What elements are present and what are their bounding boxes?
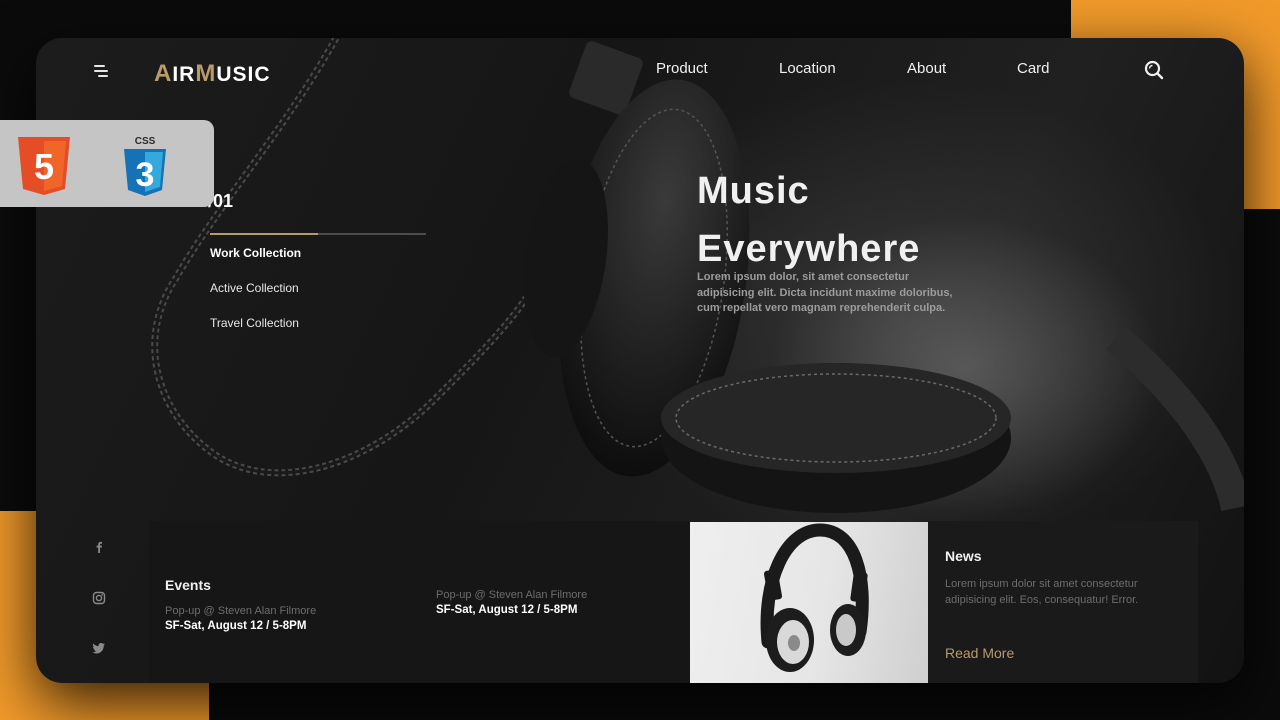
- events-title: Events: [165, 577, 211, 593]
- tech-badge: 5 CSS 3: [0, 120, 214, 207]
- nav-about[interactable]: About: [907, 60, 1017, 77]
- event-date: SF-Sat, August 12 / 5-8PM: [165, 620, 307, 632]
- search-icon[interactable]: [1143, 59, 1165, 81]
- hero-title-line1: Music: [697, 170, 810, 212]
- event-date: SF-Sat, August 12 / 5-8PM: [436, 604, 578, 616]
- svg-text:3: 3: [136, 156, 155, 194]
- collection-list: Work Collection Active Collection Travel…: [210, 245, 301, 350]
- instagram-icon[interactable]: [92, 591, 106, 605]
- svg-text:5: 5: [34, 146, 54, 187]
- news-panel: News Lorem ipsum dolor sit amet consecte…: [928, 521, 1198, 683]
- hero-title-line2: Everywhere: [697, 228, 921, 270]
- hero-description: Lorem ipsum dolor, sit amet consectetur …: [697, 271, 953, 314]
- news-title: News: [945, 548, 982, 564]
- event-name: Pop-up @ Steven Alan Filmore: [436, 589, 588, 601]
- event-item[interactable]: Pop-up @ Steven Alan Filmore SF-Sat, Aug…: [165, 605, 316, 632]
- nav-location[interactable]: Location: [779, 60, 907, 77]
- hero-title: Music Everywhere: [697, 162, 997, 278]
- facebook-icon[interactable]: [92, 540, 106, 554]
- css3-logo: CSS 3: [124, 136, 166, 196]
- collection-item-active[interactable]: Active Collection: [210, 280, 301, 315]
- collection-item-work[interactable]: Work Collection: [210, 245, 301, 280]
- slide-progress-bar: [210, 233, 426, 235]
- nav-card[interactable]: Card: [1017, 60, 1077, 77]
- slide-progress-fill: [210, 233, 318, 235]
- brand-logo[interactable]: AIRMUSIC: [154, 60, 271, 88]
- collection-item-travel[interactable]: Travel Collection: [210, 315, 301, 350]
- nav-product[interactable]: Product: [656, 60, 779, 77]
- event-item[interactable]: Pop-up @ Steven Alan Filmore SF-Sat, Aug…: [436, 589, 587, 616]
- event-name: Pop-up @ Steven Alan Filmore: [165, 605, 317, 617]
- svg-text:CSS: CSS: [135, 136, 156, 147]
- news-description: Lorem ipsum dolor sit amet consectetur a…: [945, 578, 1139, 606]
- twitter-icon[interactable]: [92, 641, 106, 655]
- html5-logo: 5: [18, 137, 70, 195]
- events-panel: Events Pop-up @ Steven Alan Filmore SF-S…: [149, 521, 690, 683]
- main-nav: Product Location About Card: [656, 60, 1077, 77]
- menu-icon[interactable]: [94, 65, 112, 79]
- landing-card: AIRMUSIC Product Location About Card /01…: [36, 38, 1244, 683]
- read-more-link[interactable]: Read More: [945, 645, 1014, 661]
- news-image-headphones: [690, 522, 928, 683]
